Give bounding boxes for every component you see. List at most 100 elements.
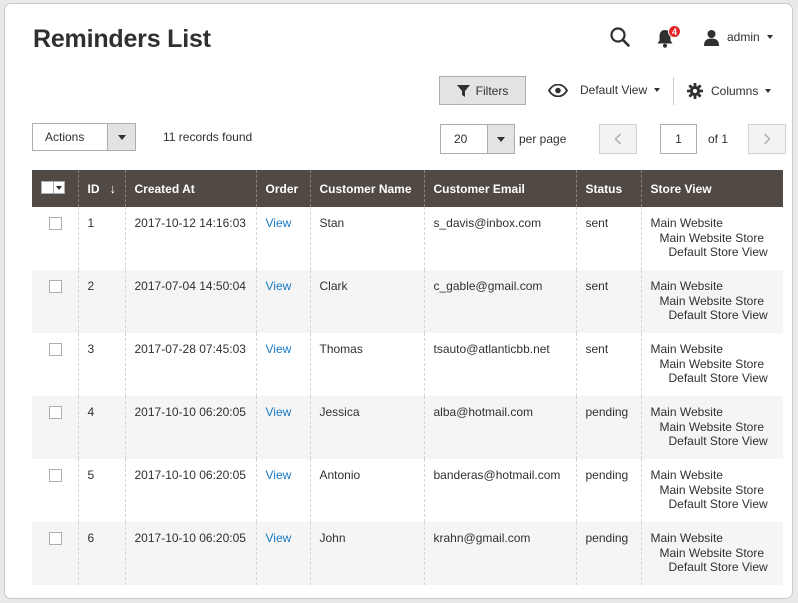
view-label: Default View	[580, 83, 648, 97]
cell-customer-name: John	[309, 522, 424, 585]
cell-store-view: Main Website Main Website Store Default St…	[640, 396, 783, 459]
table-row[interactable]: 4 2017-10-10 06:20:05 View Jessica alba@…	[32, 396, 783, 459]
next-page-button[interactable]	[748, 124, 786, 154]
column-header-status[interactable]: Status	[575, 170, 641, 207]
per-page-select[interactable]: 20	[440, 124, 515, 154]
user-name: admin	[727, 30, 760, 44]
table-row[interactable]: 1 2017-10-12 14:16:03 View Stan s_davis@…	[32, 207, 783, 270]
chevron-down-icon[interactable]	[53, 182, 64, 193]
cell-status: pending	[575, 522, 641, 585]
user-menu[interactable]: admin	[703, 26, 773, 48]
table-header-row: ID ↓ Created At Order Customer Name Custo…	[32, 170, 783, 207]
cell-status: sent	[575, 333, 641, 396]
cell-customer-name: Stan	[309, 207, 424, 270]
view-selector[interactable]: Default View	[548, 83, 661, 97]
row-checkbox[interactable]	[49, 469, 62, 482]
cell-created-at: 2017-10-10 06:20:05	[124, 459, 256, 522]
table-row[interactable]: 2 2017-07-04 14:50:04 View Clark c_gable…	[32, 270, 783, 333]
page-number-input[interactable]	[660, 124, 697, 154]
row-checkbox[interactable]	[49, 406, 62, 419]
cell-customer-email: krahn@gmail.com	[423, 522, 576, 585]
cell-customer-email: s_davis@inbox.com	[423, 207, 576, 270]
order-view-link[interactable]: View	[266, 405, 292, 419]
mass-select-checkbox[interactable]	[41, 181, 65, 194]
filters-button[interactable]: Filters	[439, 76, 526, 105]
cell-status: pending	[575, 459, 641, 522]
row-checkbox[interactable]	[49, 217, 62, 230]
cell-status: pending	[575, 396, 641, 459]
row-checkbox[interactable]	[49, 532, 62, 545]
cell-id: 1	[77, 207, 125, 270]
cell-customer-name: Antonio	[309, 459, 424, 522]
cell-store-view: Main Website Main Website Store Default St…	[640, 270, 783, 333]
cell-created-at: 2017-07-28 07:45:03	[124, 333, 256, 396]
column-header-store-view[interactable]: Store View	[640, 170, 783, 207]
per-page-toggle[interactable]	[487, 125, 514, 153]
cell-customer-email: alba@hotmail.com	[423, 396, 576, 459]
cell-id: 4	[77, 396, 125, 459]
cell-id: 6	[77, 522, 125, 585]
notifications-button[interactable]: 4	[655, 25, 681, 50]
cell-status: sent	[575, 207, 641, 270]
order-view-link[interactable]: View	[266, 216, 292, 230]
cell-created-at: 2017-07-04 14:50:04	[124, 270, 256, 333]
cell-customer-name: Jessica	[309, 396, 424, 459]
cell-customer-email: c_gable@gmail.com	[423, 270, 576, 333]
cell-id: 5	[77, 459, 125, 522]
order-view-link[interactable]: View	[266, 279, 292, 293]
cell-store-view: Main Website Main Website Store Default St…	[640, 522, 783, 585]
cell-customer-email: tsauto@atlanticbb.net	[423, 333, 576, 396]
order-view-link[interactable]: View	[266, 468, 292, 482]
select-all-header	[32, 170, 78, 207]
order-view-link[interactable]: View	[266, 342, 292, 356]
page-title: Reminders List	[33, 25, 211, 53]
cell-customer-name: Clark	[309, 270, 424, 333]
chevron-left-icon	[614, 133, 622, 145]
cell-store-view: Main Website Main Website Store Default St…	[640, 207, 783, 270]
table-row[interactable]: 6 2017-10-10 06:20:05 View John krahn@gm…	[32, 522, 783, 585]
cell-customer-name: Thomas	[309, 333, 424, 396]
per-page-value: 20	[454, 132, 468, 146]
reminders-table: ID ↓ Created At Order Customer Name Custo…	[32, 170, 783, 585]
column-header-order[interactable]: Order	[255, 170, 310, 207]
eye-icon	[548, 83, 568, 97]
page-total: of 1	[708, 132, 729, 146]
chevron-down-icon	[117, 134, 126, 140]
previous-page-button[interactable]	[599, 124, 637, 154]
column-header-customer-name[interactable]: Customer Name	[309, 170, 424, 207]
cell-created-at: 2017-10-10 06:20:05	[124, 396, 256, 459]
toolbar-divider	[673, 77, 674, 105]
table-row[interactable]: 3 2017-07-28 07:45:03 View Thomas tsauto…	[32, 333, 783, 396]
row-checkbox[interactable]	[49, 280, 62, 293]
table-row[interactable]: 5 2017-10-10 06:20:05 View Antonio bande…	[32, 459, 783, 522]
gear-icon	[687, 83, 703, 99]
cell-status: sent	[575, 270, 641, 333]
actions-dropdown[interactable]: Actions	[32, 123, 136, 151]
cell-id: 2	[77, 270, 125, 333]
order-view-link[interactable]: View	[266, 531, 292, 545]
columns-selector[interactable]: Columns	[687, 83, 772, 99]
admin-panel: Reminders List 4 admin Filters Default V…	[4, 3, 793, 599]
actions-label: Actions	[45, 130, 85, 144]
chevron-down-icon	[654, 88, 661, 92]
user-icon	[704, 29, 719, 46]
column-header-customer-email[interactable]: Customer Email	[423, 170, 576, 207]
chevron-down-icon	[766, 35, 773, 39]
chevron-down-icon	[765, 89, 772, 93]
per-page-label: per page	[519, 132, 567, 146]
filters-label: Filters	[475, 83, 509, 98]
column-header-id[interactable]: ID ↓	[77, 170, 125, 207]
cell-customer-email: banderas@hotmail.com	[423, 459, 576, 522]
chevron-right-icon	[763, 133, 771, 145]
cell-created-at: 2017-10-10 06:20:05	[124, 522, 256, 585]
cell-store-view: Main Website Main Website Store Default St…	[640, 333, 783, 396]
notification-count-badge: 4	[668, 25, 681, 38]
records-found: 11 records found	[163, 130, 253, 144]
column-header-created-at[interactable]: Created At	[124, 170, 256, 207]
columns-label: Columns	[711, 84, 759, 98]
search-icon[interactable]	[609, 26, 631, 48]
cell-store-view: Main Website Main Website Store Default St…	[640, 459, 783, 522]
actions-dropdown-toggle[interactable]	[107, 124, 135, 150]
row-checkbox[interactable]	[49, 343, 62, 356]
cell-id: 3	[77, 333, 125, 396]
